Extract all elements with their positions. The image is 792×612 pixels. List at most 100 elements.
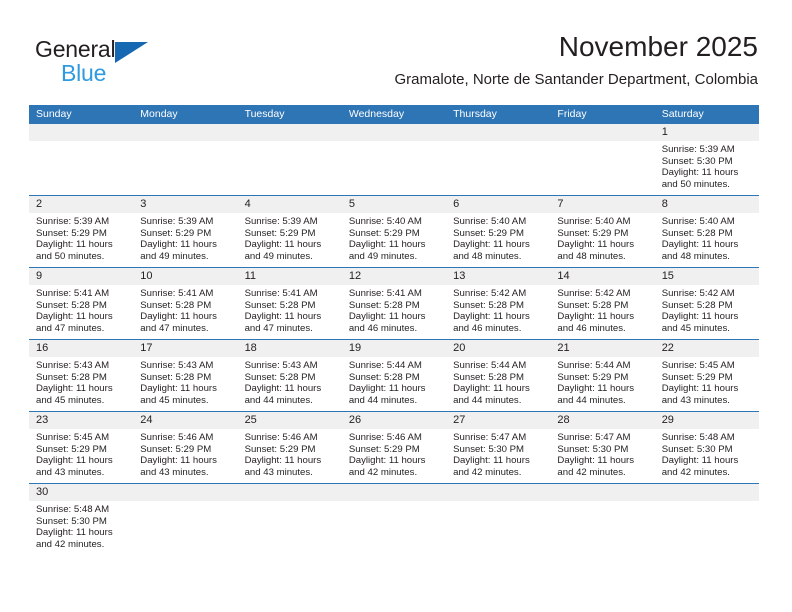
sunrise-text: Sunrise: 5:44 AM: [453, 360, 527, 371]
day-details: Sunrise: 5:40 AM Sunset: 5:28 PM Daylight:…: [655, 213, 759, 266]
daylight-text: and 44 minutes.: [557, 394, 626, 406]
day-number: 9: [29, 268, 134, 285]
weekday-header-friday: Friday: [557, 108, 587, 120]
day-cell-11[interactable]: 11 Sunrise: 5:41 AM Sunset: 5:28 PM Dayligh…: [237, 268, 342, 339]
day-cell-15[interactable]: 15 Sunrise: 5:42 AM Sunset: 5:28 PM Dayligh…: [654, 268, 759, 339]
day-cell-22[interactable]: 22 Sunrise: 5:45 AM Sunset: 5:29 PM Dayligh…: [654, 340, 759, 411]
daylight-text: and 47 minutes.: [36, 322, 105, 334]
daylight-text: and 43 minutes.: [244, 466, 313, 478]
day-details: Sunrise: 5:44 AM Sunset: 5:28 PM Daylight:…: [342, 357, 446, 410]
day-cell-29[interactable]: 29 Sunrise: 5:48 AM Sunset: 5:30 PM Dayligh…: [654, 412, 759, 483]
sunset-text: Sunset: 5:29 PM: [348, 227, 420, 239]
day-cell-14[interactable]: 14 Sunrise: 5:42 AM Sunset: 5:28 PM Dayligh…: [550, 268, 655, 339]
day-cell-30[interactable]: 30 Sunrise: 5:48 AM Sunset: 5:30 PM Dayligh…: [29, 484, 134, 555]
day-details: [133, 501, 237, 508]
day-cell-12[interactable]: 12 Sunrise: 5:41 AM Sunset: 5:28 PM Dayligh…: [341, 268, 447, 339]
day-cell-empty: [446, 484, 551, 555]
day-cell-23[interactable]: 23 Sunrise: 5:45 AM Sunset: 5:29 PM Dayligh…: [29, 412, 134, 483]
day-cell-7[interactable]: 7 Sunrise: 5:40 AM Sunset: 5:29 PM Daylight…: [550, 196, 655, 267]
day-cell-20[interactable]: 20 Sunrise: 5:44 AM Sunset: 5:28 PM Dayligh…: [446, 340, 551, 411]
day-cell-8[interactable]: 8 Sunrise: 5:40 AM Sunset: 5:28 PM Daylight…: [654, 196, 759, 267]
day-details: Sunrise: 5:42 AM Sunset: 5:28 PM Daylight:…: [446, 285, 550, 338]
day-number: 6: [446, 196, 551, 213]
day-number: [550, 484, 655, 501]
sunset-text: Sunset: 5:28 PM: [36, 299, 107, 311]
day-cell-25[interactable]: 25 Sunrise: 5:46 AM Sunset: 5:29 PM Dayligh…: [237, 412, 342, 483]
day-details: Sunrise: 5:48 AM Sunset: 5:30 PM Daylight:…: [655, 429, 759, 482]
daylight-text: and 47 minutes.: [244, 322, 313, 334]
day-cell-19[interactable]: 19 Sunrise: 5:44 AM Sunset: 5:28 PM Dayligh…: [341, 340, 447, 411]
sunset-text: Sunset: 5:30 PM: [453, 443, 525, 455]
sunset-text: Sunset: 5:29 PM: [557, 227, 629, 239]
day-cell-3[interactable]: 3 Sunrise: 5:39 AM Sunset: 5:29 PM Daylight…: [133, 196, 238, 267]
daylight-text: Daylight: 11 hours: [140, 455, 217, 467]
day-details: Sunrise: 5:45 AM Sunset: 5:29 PM Daylight:…: [655, 357, 759, 410]
day-number: [133, 124, 238, 141]
sunrise-text: Sunrise: 5:46 AM: [348, 432, 422, 443]
daylight-text: and 45 minutes.: [140, 394, 209, 406]
day-number: 24: [133, 412, 238, 429]
day-cell-6[interactable]: 6 Sunrise: 5:40 AM Sunset: 5:29 PM Daylight…: [446, 196, 551, 267]
day-cell-16[interactable]: 16 Sunrise: 5:43 AM Sunset: 5:28 PM Dayligh…: [29, 340, 134, 411]
day-cell-24[interactable]: 24 Sunrise: 5:46 AM Sunset: 5:29 PM Dayligh…: [133, 412, 238, 483]
day-number: 16: [29, 340, 134, 357]
daylight-text: and 50 minutes.: [36, 250, 105, 262]
day-cell-9[interactable]: 9 Sunrise: 5:41 AM Sunset: 5:28 PM Daylight…: [29, 268, 134, 339]
day-cell-10[interactable]: 10 Sunrise: 5:41 AM Sunset: 5:28 PM Dayligh…: [133, 268, 238, 339]
page-title: November 2025: [558, 31, 758, 62]
general-blue-logo[interactable]: General Blue: [35, 36, 170, 88]
day-number: 22: [654, 340, 759, 357]
day-cell-5[interactable]: 5 Sunrise: 5:40 AM Sunset: 5:29 PM Daylight…: [341, 196, 447, 267]
day-cell-4[interactable]: 4 Sunrise: 5:39 AM Sunset: 5:29 PM Daylight…: [237, 196, 342, 267]
daylight-text: Daylight: 11 hours: [244, 311, 322, 323]
day-cell-empty: [341, 484, 447, 555]
sunrise-text: Sunrise: 5:40 AM: [661, 216, 735, 227]
daylight-text: and 48 minutes.: [453, 250, 522, 262]
sunrise-text: Sunrise: 5:39 AM: [140, 216, 214, 227]
daylight-text: Daylight: 11 hours: [661, 167, 739, 179]
day-number: 12: [341, 268, 447, 285]
day-cell-1[interactable]: 1 Sunrise: 5:39 AM Sunset: 5:30 PM Daylight…: [654, 124, 759, 195]
day-details: Sunrise: 5:47 AM Sunset: 5:30 PM Daylight:…: [550, 429, 654, 482]
day-details: Sunrise: 5:46 AM Sunset: 5:29 PM Daylight:…: [133, 429, 237, 482]
day-cell-21[interactable]: 21 Sunrise: 5:44 AM Sunset: 5:29 PM Dayligh…: [550, 340, 655, 411]
weekday-header-monday: Monday: [140, 108, 178, 120]
day-cell-2[interactable]: 2 Sunrise: 5:39 AM Sunset: 5:29 PM Daylight…: [29, 196, 134, 267]
day-details: [238, 501, 342, 508]
sunset-text: Sunset: 5:29 PM: [348, 443, 420, 455]
day-cell-26[interactable]: 26 Sunrise: 5:46 AM Sunset: 5:29 PM Dayligh…: [341, 412, 447, 483]
day-details: Sunrise: 5:48 AM Sunset: 5:30 PM Daylight:…: [29, 501, 133, 554]
sunrise-text: Sunrise: 5:44 AM: [557, 360, 631, 371]
day-cell-28[interactable]: 28 Sunrise: 5:47 AM Sunset: 5:30 PM Dayligh…: [550, 412, 655, 483]
sunrise-text: Sunrise: 5:39 AM: [661, 144, 735, 155]
day-number: [133, 484, 238, 501]
day-details: Sunrise: 5:46 AM Sunset: 5:29 PM Daylight:…: [342, 429, 446, 482]
sunrise-text: Sunrise: 5:43 AM: [140, 360, 214, 371]
day-cell-18[interactable]: 18 Sunrise: 5:43 AM Sunset: 5:28 PM Dayligh…: [237, 340, 342, 411]
day-cell-empty: [550, 484, 655, 555]
day-cell-17[interactable]: 17 Sunrise: 5:43 AM Sunset: 5:28 PM Dayligh…: [133, 340, 238, 411]
sunset-text: Sunset: 5:28 PM: [661, 227, 733, 239]
weekday-header-row: Sunday Monday Tuesday Wednesday Thursday Frid…: [29, 105, 759, 124]
day-cell-27[interactable]: 27 Sunrise: 5:47 AM Sunset: 5:30 PM Dayligh…: [446, 412, 551, 483]
day-number: 23: [29, 412, 134, 429]
sunset-text: Sunset: 5:28 PM: [244, 371, 316, 383]
calendar-week-row: 30 Sunrise: 5:48 AM Sunset: 5:30 PM Dayligh…: [29, 483, 759, 555]
day-details: Sunrise: 5:40 AM Sunset: 5:29 PM Daylight:…: [550, 213, 654, 266]
day-number: 8: [654, 196, 759, 213]
day-number: [446, 484, 551, 501]
daylight-text: and 48 minutes.: [661, 250, 730, 262]
sunrise-text: Sunrise: 5:43 AM: [244, 360, 318, 371]
daylight-text: and 48 minutes.: [557, 250, 626, 262]
weekday-header-sunday: Sunday: [36, 108, 72, 120]
day-cell-13[interactable]: 13 Sunrise: 5:42 AM Sunset: 5:28 PM Dayligh…: [446, 268, 551, 339]
day-details: [550, 501, 654, 508]
day-cell-empty: [133, 124, 238, 195]
sunrise-text: Sunrise: 5:47 AM: [453, 432, 527, 443]
page-header: General Blue November 2025 Gramalote, No…: [0, 0, 792, 103]
daylight-text: Daylight: 11 hours: [244, 383, 322, 395]
daylight-text: and 46 minutes.: [348, 322, 418, 334]
day-details: [446, 501, 550, 508]
sunset-text: Sunset: 5:28 PM: [348, 371, 420, 383]
daylight-text: Daylight: 11 hours: [348, 239, 426, 251]
